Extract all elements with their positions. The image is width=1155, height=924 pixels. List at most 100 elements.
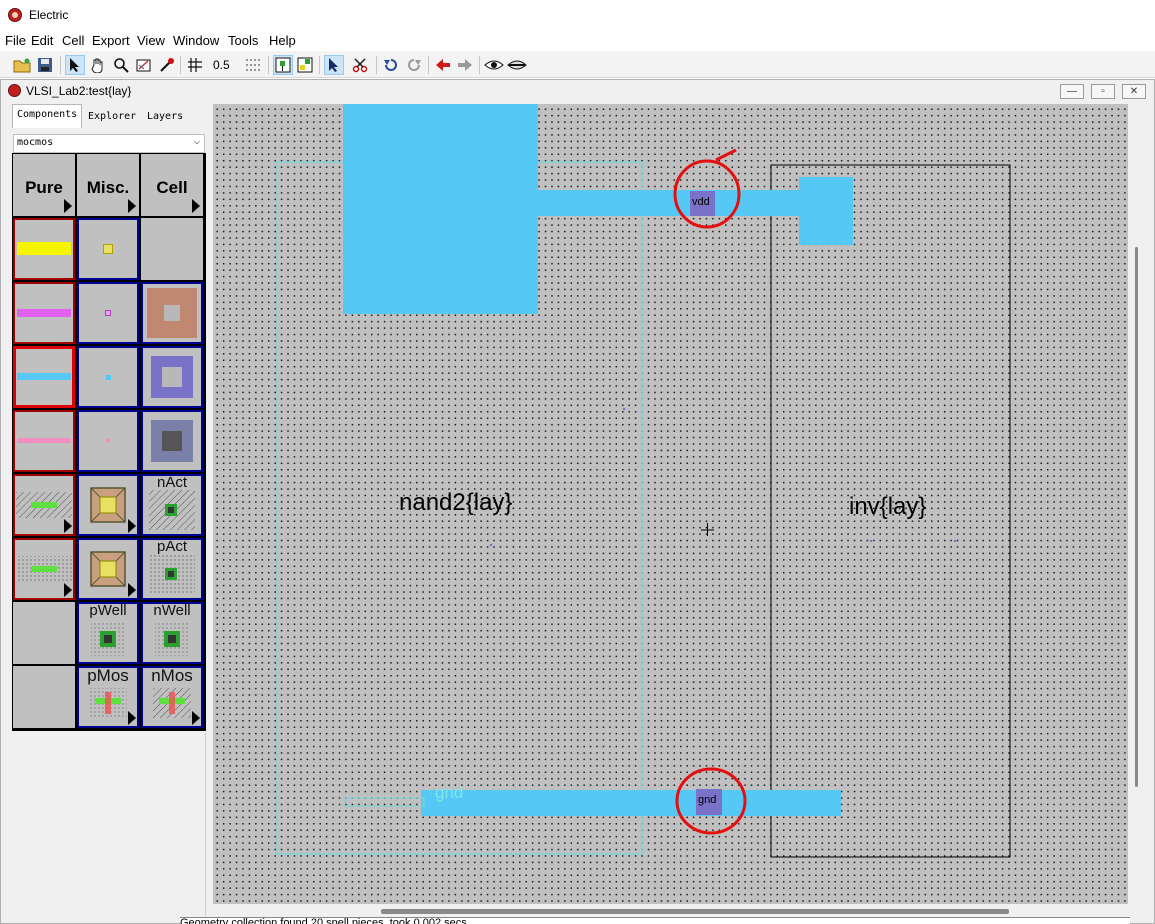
tools-scissors-icon[interactable] [351, 55, 371, 75]
undo-icon[interactable] [381, 55, 401, 75]
redo-icon[interactable] [404, 55, 424, 75]
go-back-arrow-icon[interactable] [433, 55, 453, 75]
go-forward-arrow-icon[interactable] [455, 55, 475, 75]
chevron-down-icon: ⌵ [193, 136, 200, 147]
pan-hand-icon[interactable] [88, 55, 108, 75]
expand-eye-icon[interactable] [484, 55, 504, 75]
status-message: Geometry collection found 20 spell piece… [180, 917, 1130, 924]
horizontal-scrollbar[interactable] [213, 904, 1128, 918]
document-title: VLSI_Lab2:test{lay} [26, 84, 132, 98]
arc-metal-2[interactable] [13, 282, 75, 344]
gnd-metal1-wire [421, 790, 841, 816]
header-misc-arrow-icon [128, 199, 136, 213]
node-substrate-contact[interactable] [77, 538, 139, 600]
node-substrate-contact-arrow-icon [128, 583, 136, 597]
header-pure[interactable]: Pure [13, 154, 75, 216]
node-n-mos[interactable]: nMos [141, 666, 203, 728]
tab-components[interactable]: Components [12, 104, 82, 128]
select-arrow-icon[interactable] [65, 55, 85, 75]
vertical-scrollbar-thumb[interactable] [1135, 247, 1138, 787]
menu-help[interactable]: Help [269, 33, 296, 48]
tab-layers[interactable]: Layers [143, 107, 191, 128]
technology-select[interactable]: mocmos ⌵ [13, 134, 205, 153]
outline-edit-icon[interactable] [134, 55, 154, 75]
panel-empty-area [12, 732, 206, 916]
electric-app-icon [8, 8, 22, 22]
menu-window[interactable]: Window [173, 33, 219, 48]
node-poly-contact[interactable] [77, 218, 139, 280]
arc-metal-polysilicon[interactable] [13, 218, 75, 280]
arc-p-active-arrow-icon [64, 583, 72, 597]
grid-icon[interactable] [185, 55, 205, 75]
technology-value: mocmos [17, 137, 54, 148]
arc-metal-3[interactable] [13, 410, 75, 472]
minimize-button[interactable]: — [1060, 84, 1084, 99]
area-select-icon[interactable] [295, 55, 315, 75]
header-pure-arrow-icon [64, 199, 72, 213]
electric-app: Electric File Edit Cell Export View Wind… [0, 0, 1155, 924]
tab-explorer[interactable]: Explorer [84, 107, 144, 128]
measure-icon[interactable] [157, 55, 177, 75]
toolbar: 0.5 [0, 51, 1155, 78]
node-p-mos[interactable]: pMos [77, 666, 139, 728]
vertical-scrollbar[interactable] [1130, 104, 1150, 904]
vdd-export-label[interactable]: vdd [692, 196, 710, 208]
gnd-wire-stub [343, 797, 425, 807]
layout-canvas[interactable]: nand2{lay} inv{lay} vdd gnd gnd [213, 104, 1128, 904]
save-icon[interactable] [35, 55, 55, 75]
menu-file[interactable]: File [5, 33, 26, 48]
menu-tools[interactable]: Tools [228, 33, 258, 48]
header-cell-arrow-icon [192, 199, 200, 213]
menu-export[interactable]: Export [92, 33, 130, 48]
node-m2-pin[interactable] [77, 282, 139, 344]
layout-drawing [276, 104, 1011, 858]
menu-view[interactable]: View [137, 33, 165, 48]
open-folder-icon[interactable] [12, 55, 32, 75]
cell-empty-3 [13, 666, 75, 728]
node-p-mos-arrow-icon [128, 711, 136, 725]
component-palette: Pure Misc. Cell nAct pAct pWell nWell pM… [12, 153, 206, 731]
header-cell[interactable]: Cell [141, 154, 203, 216]
menu-cell[interactable]: Cell [62, 33, 84, 48]
nand2-instance-label[interactable]: nand2{lay} [399, 489, 512, 517]
full-object-icon[interactable] [273, 55, 293, 75]
inv-instance-label[interactable]: inv{lay} [849, 493, 926, 521]
node-well-contact-arrow-icon [128, 519, 136, 533]
panel-tabs: Components Explorer Layers [11, 104, 207, 128]
arc-n-active[interactable] [13, 474, 75, 536]
app-title: Electric [29, 8, 69, 22]
node-n-mos-arrow-icon [192, 711, 200, 725]
unexpand-eye-icon[interactable] [507, 55, 527, 75]
node-p-well[interactable]: pWell [77, 602, 139, 664]
arc-p-active[interactable] [13, 538, 75, 600]
node-n-active[interactable]: nAct [141, 474, 203, 536]
header-misc[interactable]: Misc. [77, 154, 139, 216]
node-m1-pin[interactable] [77, 346, 139, 408]
node-n-well[interactable]: nWell [141, 602, 203, 664]
header-pure-label: Pure [25, 178, 63, 197]
document-icon [8, 84, 21, 97]
menu-bar: File Edit Cell Export View Window Tools … [0, 31, 1155, 51]
node-brown-contact[interactable] [141, 282, 203, 344]
horizontal-scrollbar-thumb[interactable] [381, 909, 1009, 914]
node-gray-contact[interactable] [141, 410, 203, 472]
zoom-icon[interactable] [111, 55, 131, 75]
arc-metal-1-selected[interactable] [13, 346, 75, 408]
metal1-block [343, 104, 538, 314]
node-m3-pin[interactable] [77, 410, 139, 472]
node-p-active[interactable]: pAct [141, 538, 203, 600]
select-objects-icon[interactable] [324, 55, 344, 75]
close-button[interactable]: ✕ [1122, 84, 1146, 99]
cell-empty-2 [13, 602, 75, 664]
dot-grid-icon[interactable] [243, 55, 263, 75]
gnd-export-label[interactable]: gnd [698, 794, 716, 806]
restore-button[interactable]: ▫ [1091, 84, 1115, 99]
node-via-contact[interactable] [141, 346, 203, 408]
menu-edit[interactable]: Edit [31, 33, 53, 48]
title-bar: Electric [0, 0, 1155, 31]
node-well-contact[interactable] [77, 474, 139, 536]
document-title-bar: VLSI_Lab2:test{lay} — ▫ ✕ [1, 80, 1154, 102]
grid-size-value[interactable]: 0.5 [213, 58, 230, 72]
cell-empty-1 [141, 218, 203, 280]
cursor-cross-icon [701, 523, 714, 536]
